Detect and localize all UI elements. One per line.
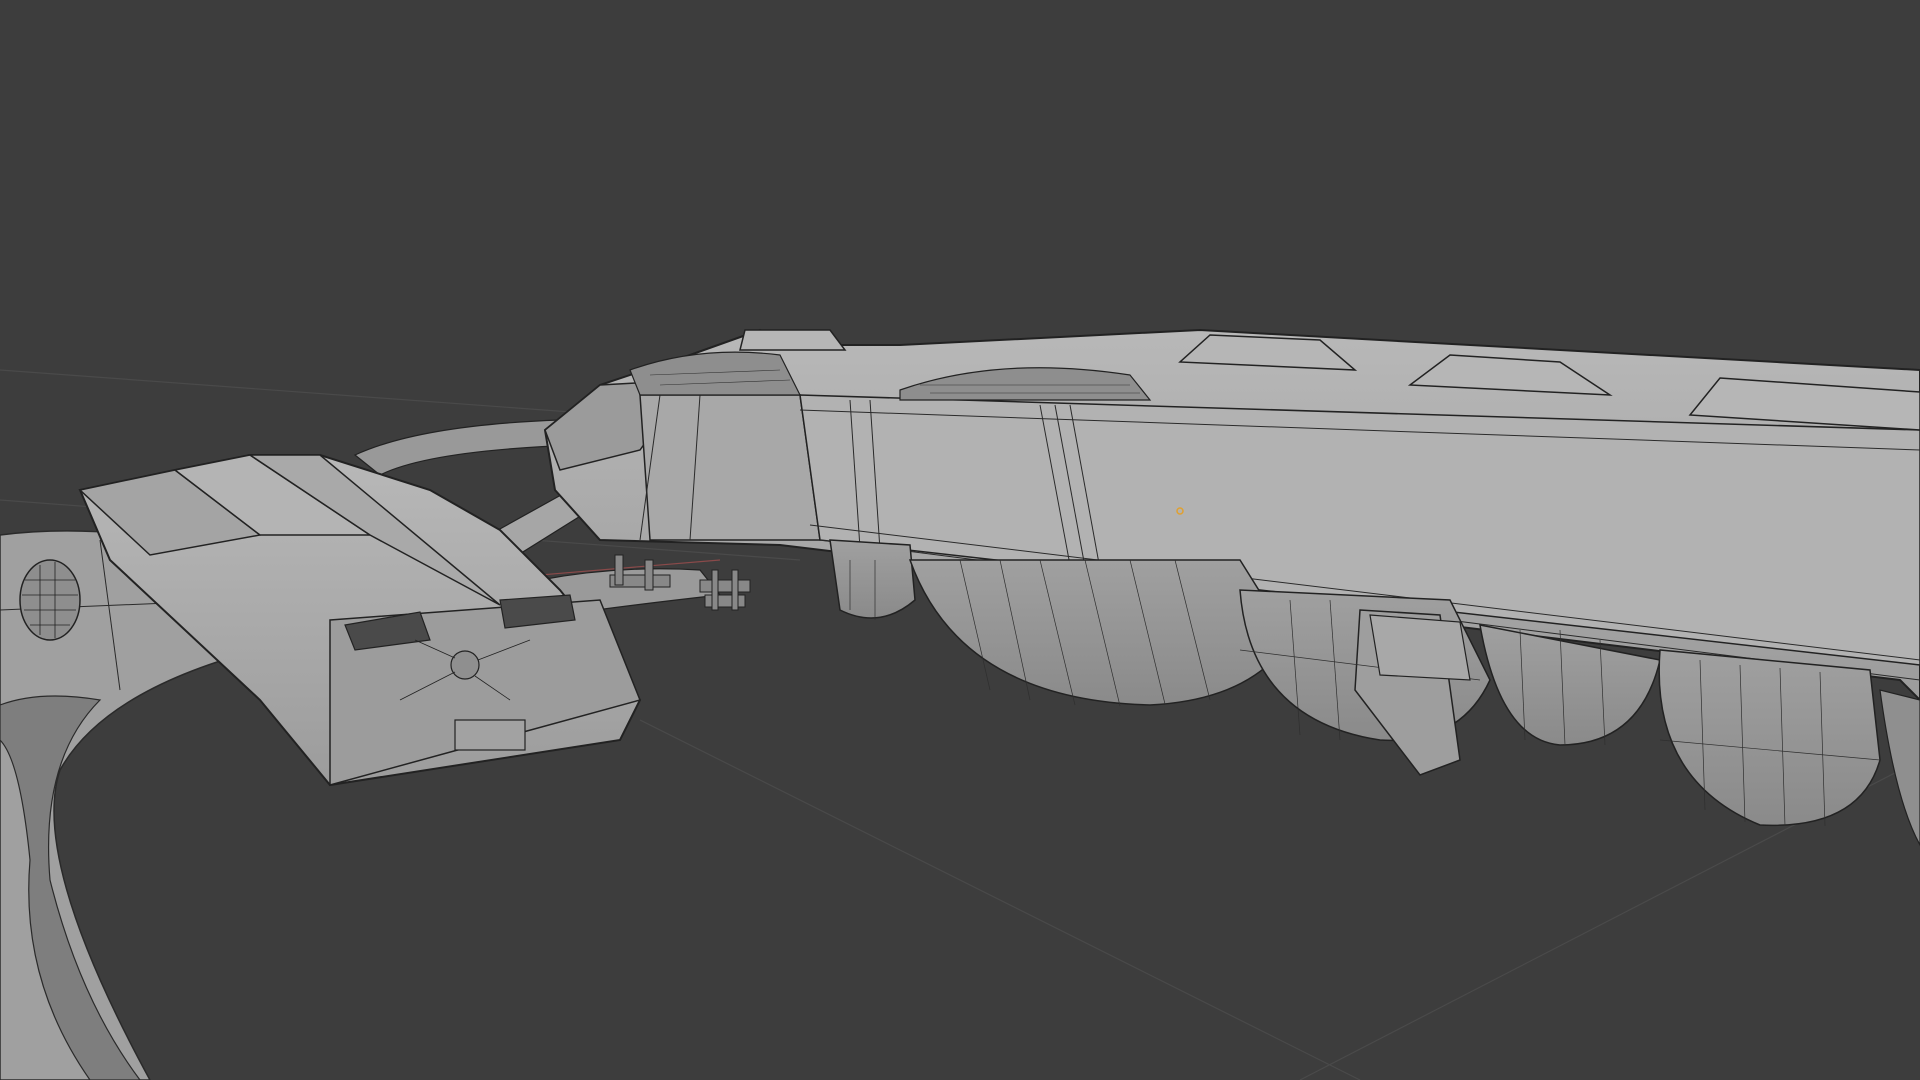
saucer-dome[interactable] [19,559,81,641]
dorsal-turret-1 [739,329,847,351]
canopy-front [629,351,801,396]
3d-viewport[interactable] [0,0,1920,1080]
nose-hatch [454,719,526,751]
nose-emblem [450,650,480,680]
viewport-canvas[interactable] [0,0,1920,1080]
